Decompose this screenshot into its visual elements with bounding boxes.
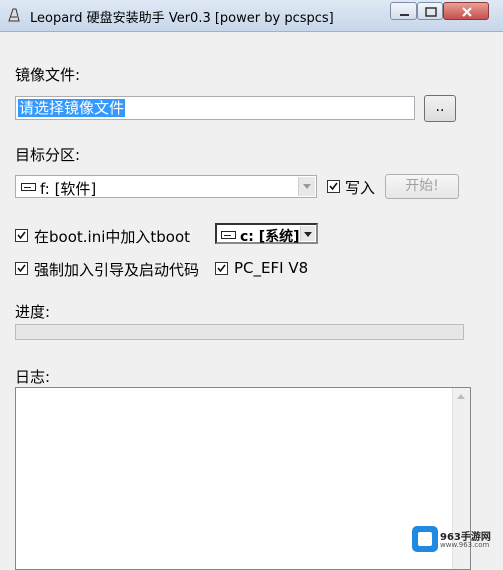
force-boot-label: 强制加入引导及启动代码 (34, 261, 200, 279)
chevron-down-icon (304, 232, 312, 237)
image-file-input[interactable]: 请选择镜像文件 (15, 96, 415, 120)
watermark-logo-icon (412, 526, 438, 552)
boot-ini-checkbox[interactable] (15, 229, 28, 242)
scroll-up-icon (457, 394, 465, 399)
title-bar: Leopard 硬盘安装助手 Ver0.3 [power by pcspcs] (0, 0, 503, 32)
write-checkbox[interactable] (327, 180, 340, 193)
minimize-icon (400, 14, 409, 16)
drive-icon (221, 231, 236, 239)
partition-dropdown-button[interactable] (298, 177, 315, 196)
window-title: Leopard 硬盘安装助手 Ver0.3 [power by pcspcs] (30, 11, 334, 26)
target-partition-value: f: [软件] (40, 180, 97, 198)
drive-icon (21, 183, 36, 191)
close-button[interactable] (443, 2, 489, 20)
pc-efi-label: PC_EFI V8 (234, 259, 309, 277)
image-file-value: 请选择镜像文件 (18, 99, 126, 117)
maximize-button[interactable] (417, 2, 443, 20)
watermark-url: www.963.com (440, 541, 490, 549)
start-button[interactable]: 开始! (385, 174, 459, 199)
boot-drive-dropdown-button[interactable] (300, 226, 315, 241)
boot-ini-label: 在boot.ini中加入tboot (34, 228, 191, 246)
force-boot-checkbox[interactable] (15, 262, 28, 275)
log-textarea[interactable] (15, 387, 471, 570)
maximize-icon (425, 7, 437, 17)
target-partition-select[interactable]: f: [软件] (15, 175, 317, 198)
browse-button[interactable]: .. (424, 95, 456, 122)
check-icon (17, 231, 26, 240)
boot-drive-select[interactable]: c: [系统] (215, 223, 318, 245)
image-file-label: 镜像文件: (15, 66, 81, 84)
progress-bar (15, 324, 464, 340)
boot-drive-value: c: [系统] (240, 229, 300, 245)
log-label: 日志: (15, 368, 51, 386)
close-icon (462, 7, 472, 17)
check-icon (17, 264, 26, 273)
minimize-button[interactable] (390, 2, 417, 20)
check-icon (329, 182, 338, 191)
target-partition-label: 目标分区: (15, 146, 81, 164)
chevron-down-icon (303, 184, 311, 189)
pc-efi-checkbox[interactable] (215, 262, 228, 275)
watermark: 963手游网 www.963.com (412, 524, 498, 554)
progress-label: 进度: (15, 303, 51, 321)
write-label: 写入 (345, 179, 376, 197)
app-icon (8, 8, 20, 22)
check-icon (217, 264, 226, 273)
